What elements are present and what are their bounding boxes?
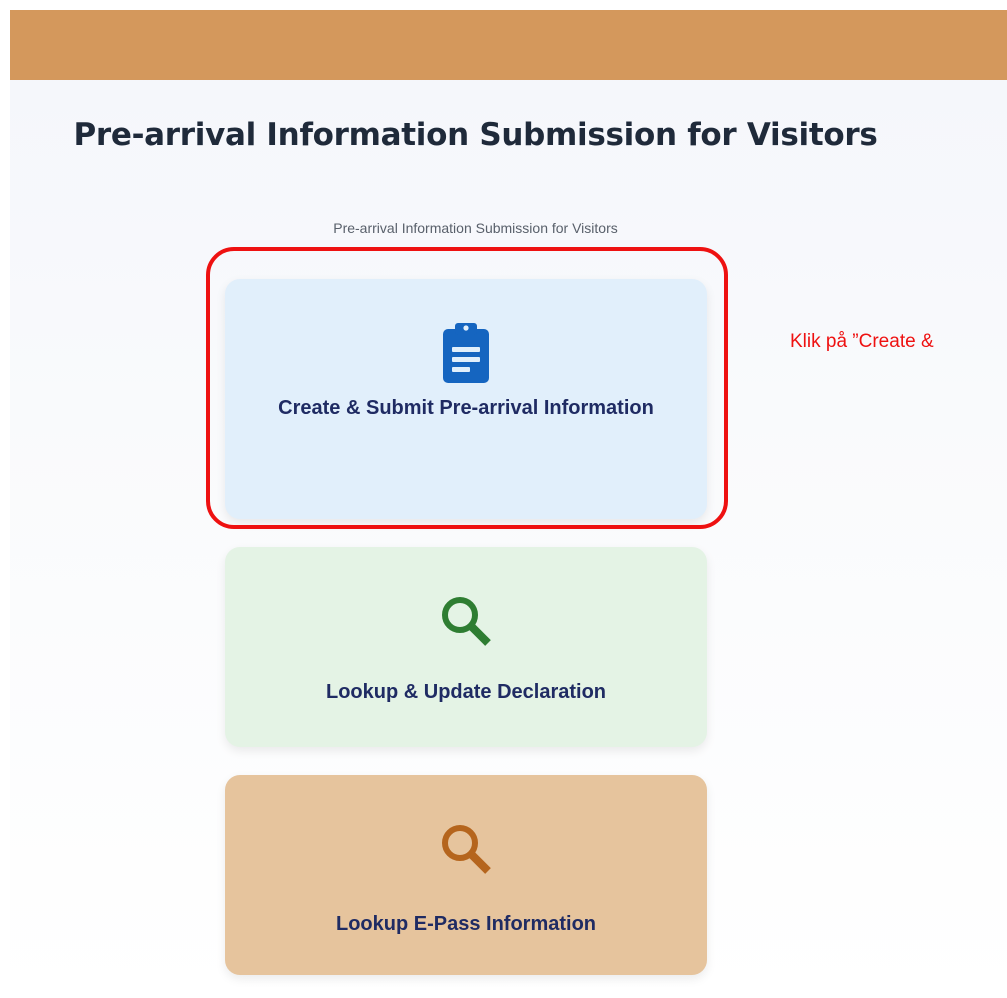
create-submit-label: Create & Submit Pre-arrival Information bbox=[278, 397, 654, 419]
page-title: Pre-arrival Information Submission for V… bbox=[73, 117, 878, 153]
page-subtitle: Pre-arrival Information Submission for V… bbox=[333, 220, 618, 236]
page: Pre-arrival Information Submission for V… bbox=[10, 10, 1007, 998]
lookup-declaration-label: Lookup & Update Declaration bbox=[325, 681, 607, 703]
annotation-text: Klik på ”Create & bbox=[790, 331, 934, 352]
search-icon bbox=[434, 589, 498, 653]
top-header-bar bbox=[10, 10, 1007, 80]
search-icon bbox=[434, 817, 498, 881]
lookup-epass-label: Lookup E-Pass Information bbox=[335, 913, 597, 935]
clipboard-icon bbox=[434, 321, 498, 385]
create-submit-card[interactable]: Create & Submit Pre-arrival Information bbox=[225, 279, 707, 519]
lookup-epass-card[interactable]: Lookup E-Pass Information bbox=[225, 775, 707, 975]
lookup-declaration-card[interactable]: Lookup & Update Declaration bbox=[225, 547, 707, 747]
